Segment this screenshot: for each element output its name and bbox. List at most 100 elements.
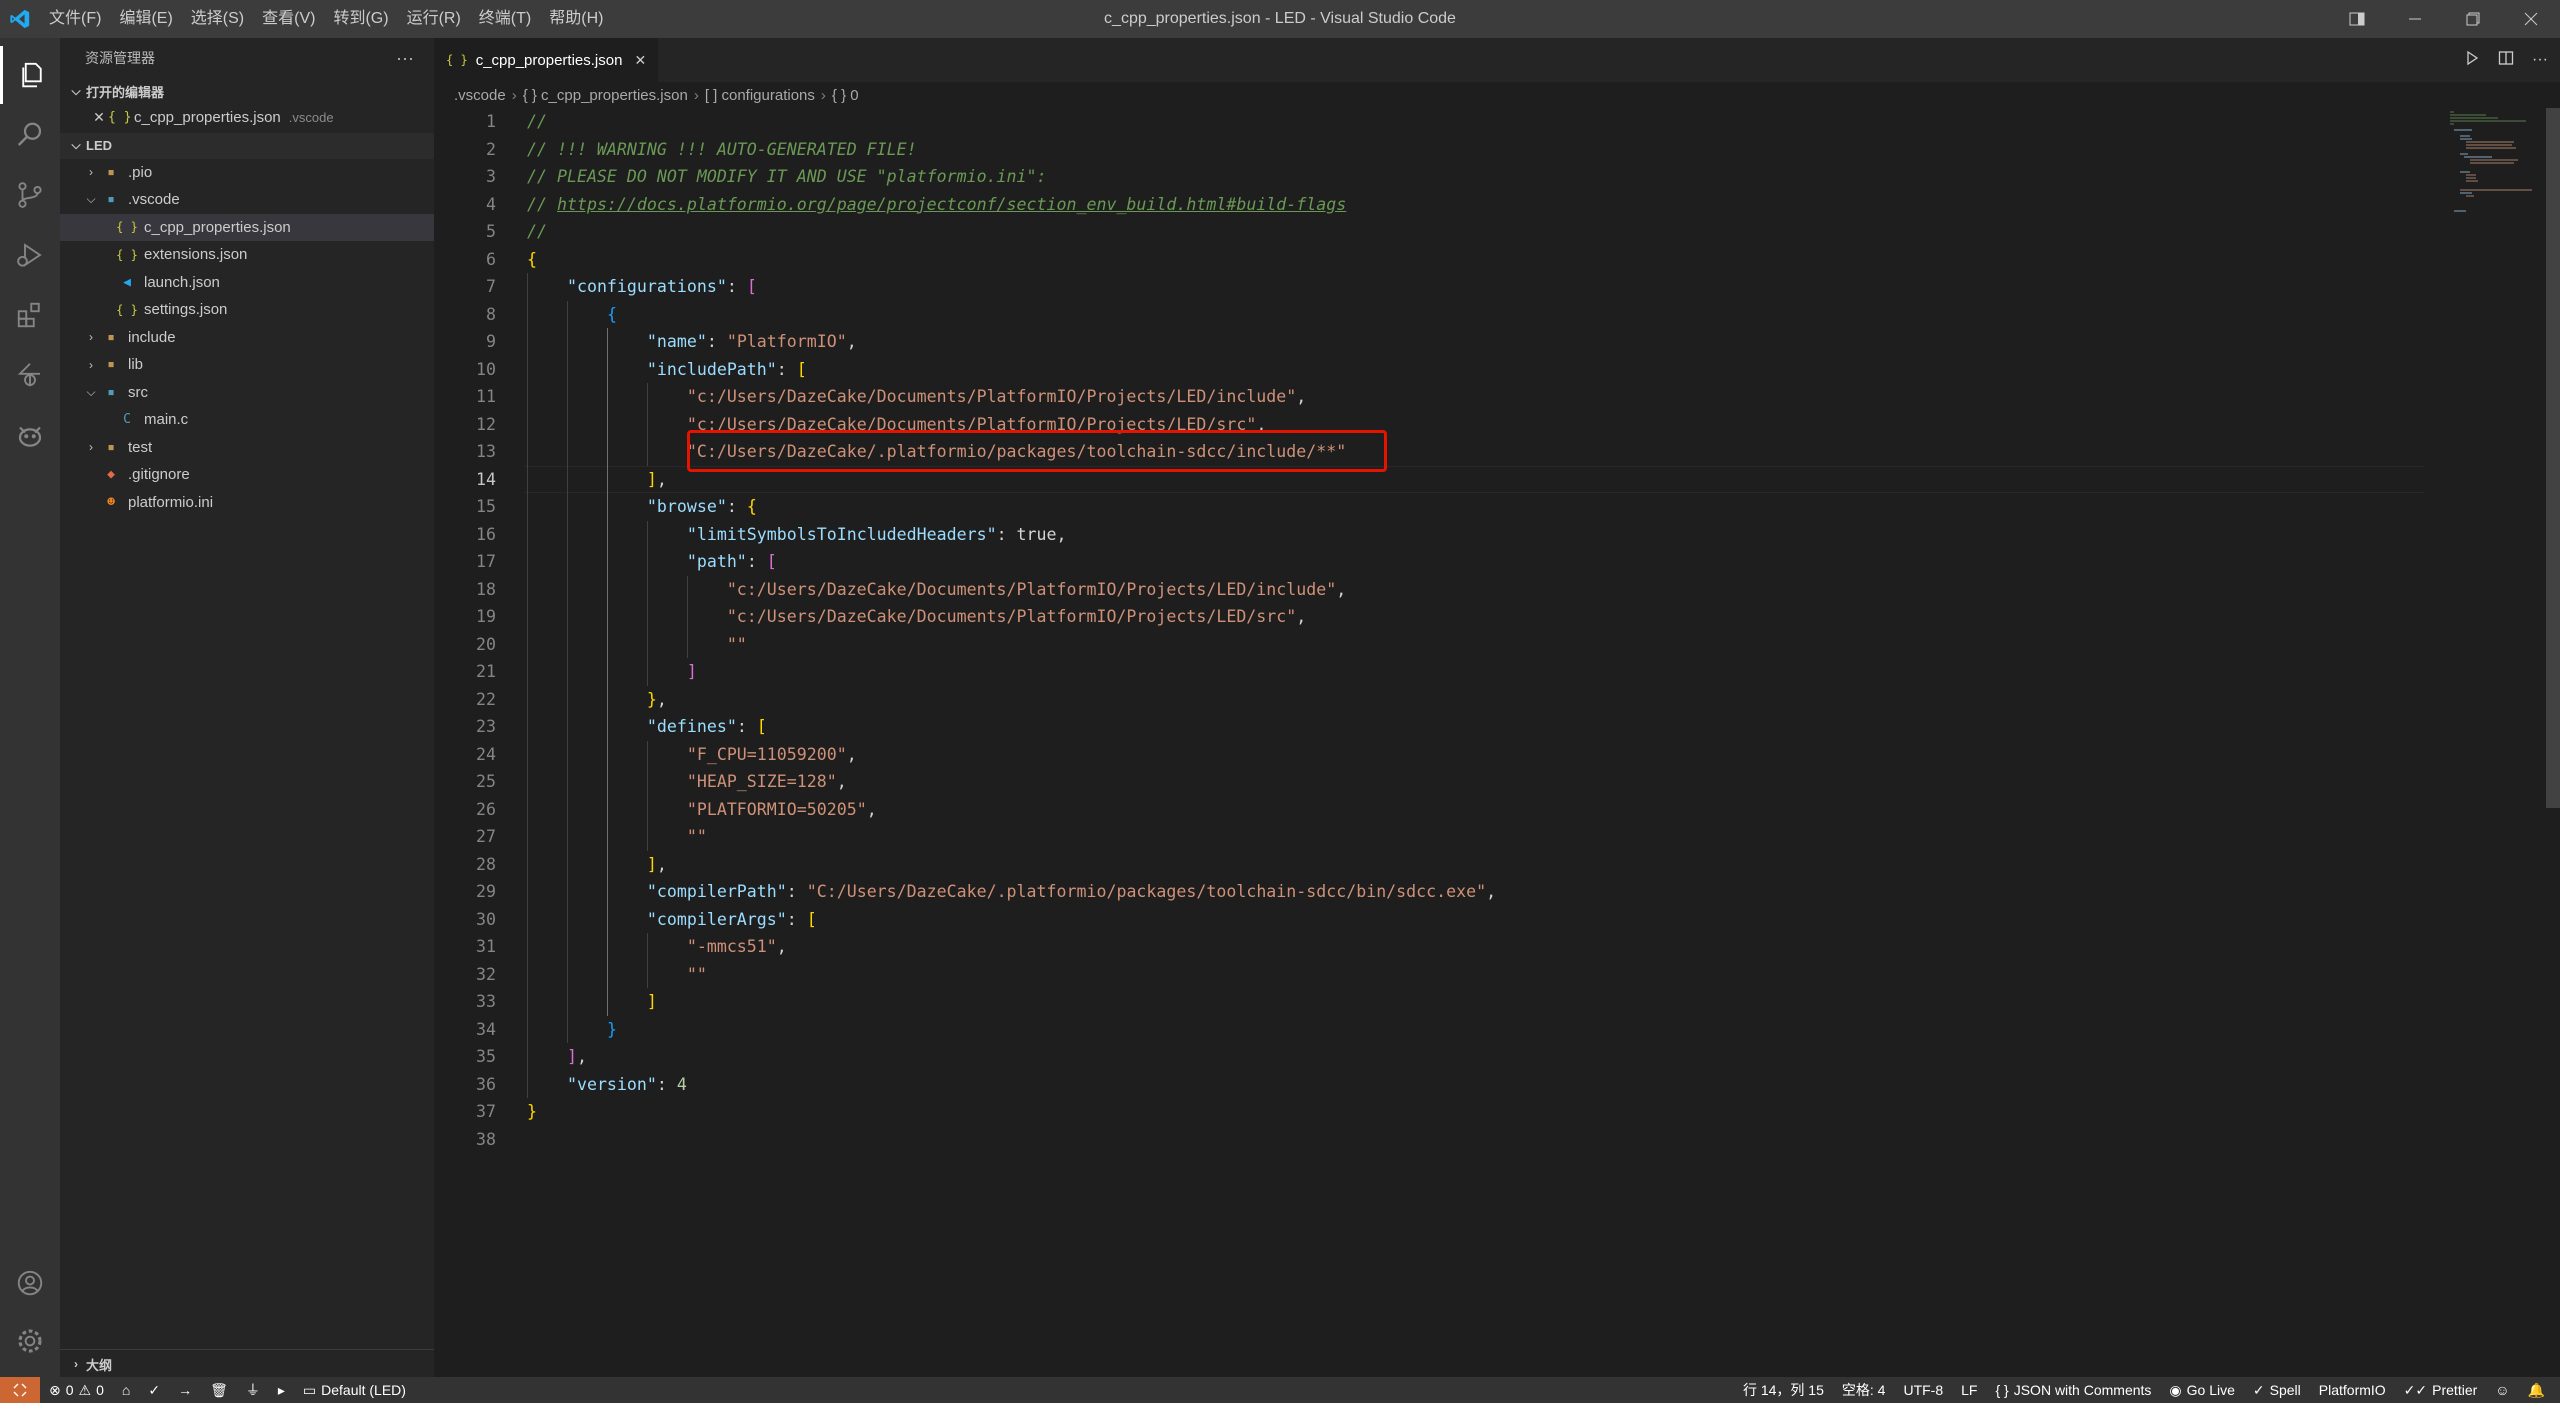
- menu-go[interactable]: 转到(G): [324, 0, 397, 38]
- code-line[interactable]: 4 // https://docs.platformio.org/page/pro…: [434, 191, 2434, 219]
- code-line[interactable]: 36 "version": 4: [434, 1071, 2434, 1099]
- code-line[interactable]: 2 // !!! WARNING !!! AUTO-GENERATED FILE!: [434, 136, 2434, 164]
- code-line[interactable]: 24 "F_CPU=11059200",: [434, 741, 2434, 769]
- close-editor-icon[interactable]: ✕: [90, 109, 108, 126]
- tree-item[interactable]: { } extensions.json: [60, 241, 434, 269]
- code-line[interactable]: 34 }: [434, 1016, 2434, 1044]
- tree-item[interactable]: ☻ platformio.ini: [60, 489, 434, 517]
- breadcrumb-folder[interactable]: .vscode: [454, 87, 506, 104]
- tree-item[interactable]: ◆ .gitignore: [60, 461, 434, 489]
- code-line[interactable]: 11 "c:/Users/DazeCake/Documents/Platform…: [434, 383, 2434, 411]
- split-editor-icon[interactable]: [2498, 50, 2514, 71]
- code-line[interactable]: 31 "-mmcs51",: [434, 933, 2434, 961]
- tree-item[interactable]: { } c_cpp_properties.json: [60, 213, 434, 241]
- feedback-icon[interactable]: ☺: [2486, 1382, 2518, 1398]
- go-live-button[interactable]: ◉ Go Live: [2160, 1382, 2243, 1399]
- code-line[interactable]: 25 "HEAP_SIZE=128",: [434, 768, 2434, 796]
- code-line[interactable]: 17 "path": [: [434, 548, 2434, 576]
- menu-terminal[interactable]: 终端(T): [470, 0, 540, 38]
- platformio-icon[interactable]: [0, 406, 60, 464]
- run-icon[interactable]: [2464, 50, 2480, 71]
- tree-item[interactable]: ⌵ ▪ src: [60, 379, 434, 407]
- breadcrumb-object[interactable]: { } 0: [832, 87, 859, 104]
- menu-run[interactable]: 运行(R): [398, 0, 470, 38]
- tree-item[interactable]: › ▪ lib: [60, 351, 434, 379]
- code-line[interactable]: 35 ],: [434, 1043, 2434, 1071]
- code-line[interactable]: 19 "c:/Users/DazeCake/Documents/Platform…: [434, 603, 2434, 631]
- more-actions-icon[interactable]: ···: [2532, 51, 2548, 69]
- workspace-header[interactable]: ⌵ LED: [60, 132, 434, 159]
- minimap[interactable]: [2446, 108, 2546, 228]
- menu-help[interactable]: 帮助(H): [540, 0, 612, 38]
- code-line[interactable]: 16 "limitSymbolsToIncludedHeaders": true…: [434, 521, 2434, 549]
- pio-upload-icon[interactable]: →: [169, 1382, 201, 1398]
- code-line[interactable]: 10 "includePath": [: [434, 356, 2434, 384]
- code-line[interactable]: 18 "c:/Users/DazeCake/Documents/Platform…: [434, 576, 2434, 604]
- code-line[interactable]: 7 "configurations": [: [434, 273, 2434, 301]
- tree-item[interactable]: › ▪ test: [60, 434, 434, 462]
- breadcrumb-file[interactable]: { } c_cpp_properties.json: [523, 87, 688, 104]
- prettier-button[interactable]: ✓✓ Prettier: [2395, 1382, 2487, 1399]
- code-line[interactable]: 21 ]: [434, 658, 2434, 686]
- source-control-icon[interactable]: [0, 166, 60, 224]
- encoding[interactable]: UTF-8: [1894, 1382, 1952, 1398]
- code-line[interactable]: 22 },: [434, 686, 2434, 714]
- tree-item[interactable]: › ▪ include: [60, 324, 434, 352]
- tree-item[interactable]: { } settings.json: [60, 296, 434, 324]
- menu-selection[interactable]: 选择(S): [182, 0, 253, 38]
- notifications-bell-icon[interactable]: 🔔: [2519, 1382, 2554, 1399]
- layout-toggle-icon[interactable]: [2328, 0, 2386, 38]
- code-line[interactable]: 26 "PLATFORMIO=50205",: [434, 796, 2434, 824]
- settings-gear-icon[interactable]: [0, 1312, 60, 1370]
- outline-panel-header[interactable]: › 大纲: [60, 1349, 434, 1377]
- platformio-status[interactable]: PlatformIO: [2310, 1382, 2395, 1398]
- tree-item[interactable]: ⌵ ▪ .vscode: [60, 186, 434, 214]
- tree-item[interactable]: › ▪ .pio: [60, 159, 434, 187]
- breadcrumb-array[interactable]: [ ] configurations: [705, 87, 815, 104]
- pio-terminal-icon[interactable]: ▸: [269, 1382, 294, 1399]
- code-line[interactable]: 3 // PLEASE DO NOT MODIFY IT AND USE "pla…: [434, 163, 2434, 191]
- end-of-line[interactable]: LF: [1952, 1382, 1986, 1398]
- code-line[interactable]: 37}: [434, 1098, 2434, 1126]
- pio-build-icon[interactable]: ✓: [139, 1382, 169, 1399]
- code-line[interactable]: 1 //: [434, 108, 2434, 136]
- language-mode[interactable]: { } JSON with Comments: [1986, 1382, 2160, 1398]
- open-editor-item[interactable]: ✕ { } c_cpp_properties.json .vscode: [60, 104, 434, 132]
- close-window-button[interactable]: [2502, 0, 2560, 38]
- cursor-position[interactable]: 行 14，列 15: [1734, 1380, 1833, 1400]
- minimize-button[interactable]: [2386, 0, 2444, 38]
- menu-file[interactable]: 文件(F): [40, 0, 110, 38]
- code-line[interactable]: 6{: [434, 246, 2434, 274]
- tree-item[interactable]: Cmain.c: [60, 406, 434, 434]
- pio-home-icon[interactable]: ⌂: [113, 1382, 139, 1398]
- tab-c-cpp-properties[interactable]: { } c_cpp_properties.json ✕: [434, 38, 659, 82]
- code-editor[interactable]: 1 // 2 // !!! WARNING !!! AUTO-GENERATED FI…: [434, 108, 2560, 1377]
- code-line[interactable]: 5 //: [434, 218, 2434, 246]
- code-line[interactable]: 38: [434, 1126, 2434, 1154]
- pio-serial-monitor-icon[interactable]: ⏚: [237, 1380, 269, 1400]
- code-line[interactable]: 30 "compilerArgs": [: [434, 906, 2434, 934]
- tree-item[interactable]: ◀ launch.json: [60, 269, 434, 297]
- close-tab-icon[interactable]: ✕: [634, 52, 646, 69]
- code-line[interactable]: 20 "": [434, 631, 2434, 659]
- code-line[interactable]: 32 "": [434, 961, 2434, 989]
- indentation[interactable]: 空格: 4: [1833, 1380, 1895, 1400]
- problems-indicator[interactable]: ⊗ 0 ⚠ 0: [40, 1382, 113, 1399]
- pio-clean-icon[interactable]: 🗑: [201, 1382, 237, 1399]
- search-icon[interactable]: [0, 106, 60, 164]
- remote-icon[interactable]: [0, 346, 60, 404]
- pio-env-switcher[interactable]: ▭ Default (LED): [294, 1382, 415, 1399]
- code-line[interactable]: 27 "": [434, 823, 2434, 851]
- open-editors-header[interactable]: ⌵ 打开的编辑器: [60, 78, 434, 104]
- spell-button[interactable]: ✓ Spell: [2244, 1382, 2310, 1399]
- menu-edit[interactable]: 编辑(E): [110, 0, 181, 38]
- remote-indicator-icon[interactable]: [0, 1377, 40, 1403]
- more-actions-icon[interactable]: ···: [396, 48, 414, 69]
- code-line[interactable]: 9 "name": "PlatformIO",: [434, 328, 2434, 356]
- restore-button[interactable]: [2444, 0, 2502, 38]
- code-line[interactable]: 33 ]: [434, 988, 2434, 1016]
- menu-view[interactable]: 查看(V): [253, 0, 324, 38]
- vertical-scrollbar[interactable]: [2546, 108, 2560, 808]
- accounts-icon[interactable]: [0, 1254, 60, 1312]
- run-debug-icon[interactable]: [0, 226, 60, 284]
